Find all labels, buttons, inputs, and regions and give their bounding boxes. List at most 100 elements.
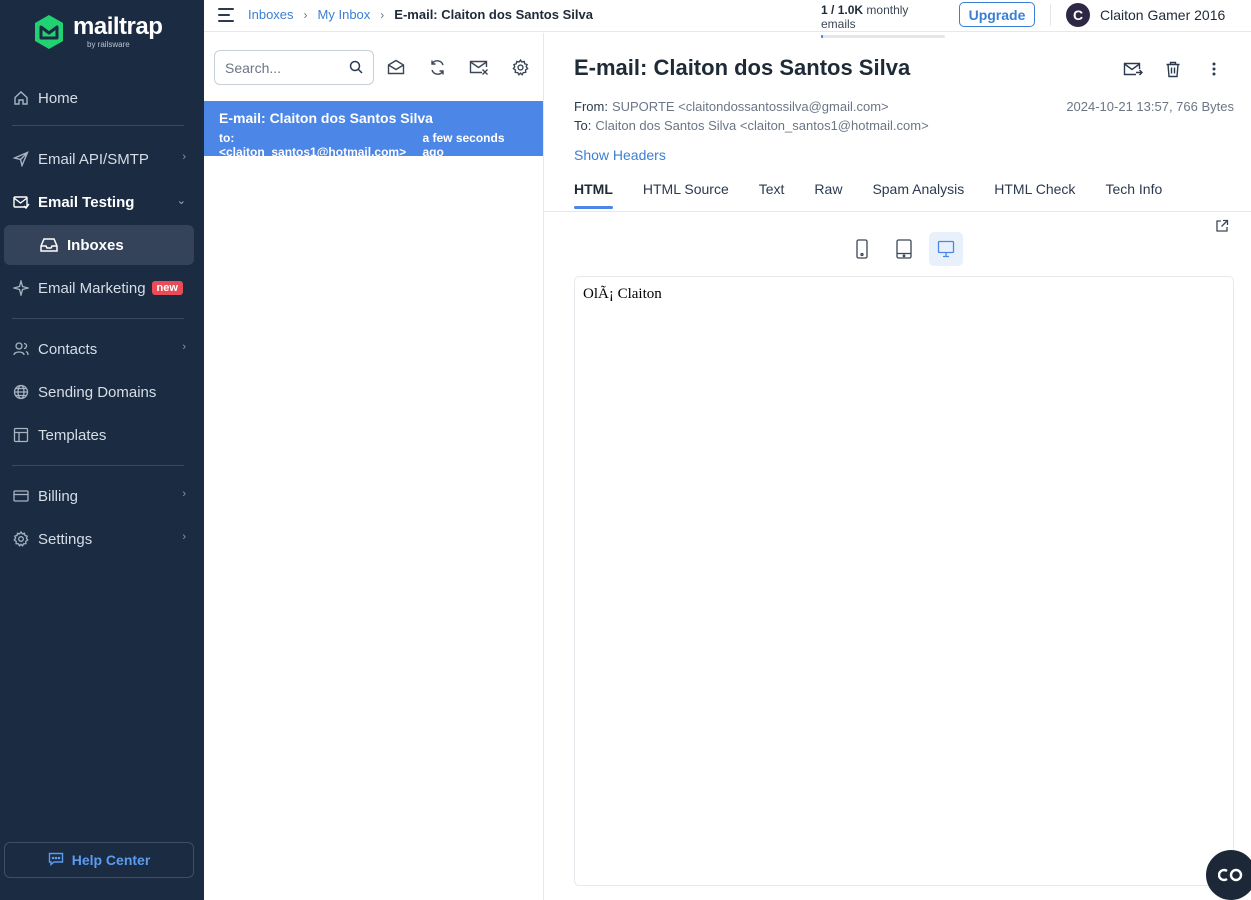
message-title: E-mail: Claiton dos Santos Silva: [574, 55, 911, 80]
from-value: SUPORTE <claitondossantossilva@gmail.com…: [611, 99, 889, 114]
tabs-divider: [544, 211, 1251, 212]
templates-icon: [12, 426, 30, 444]
sidebar-item-label: Email API/SMTP: [38, 150, 149, 168]
user-name[interactable]: Claiton Gamer 2016: [1100, 7, 1225, 23]
mailtrap-logo[interactable]: mailtrap by railsware: [33, 13, 163, 50]
upgrade-button[interactable]: Upgrade: [959, 2, 1035, 27]
menu-toggle-icon[interactable]: [218, 8, 234, 22]
breadcrumb: Inboxes › My Inbox › E-mail: Claiton dos…: [248, 7, 593, 22]
help-center-label: Help Center: [71, 852, 151, 868]
list-item[interactable]: E-mail: Claiton dos Santos Silva to: <cl…: [204, 101, 543, 159]
to-line: To: Claiton dos Santos Silva <claiton_san…: [574, 118, 929, 133]
new-badge: new: [151, 281, 183, 295]
sidebar-item-label: Home: [38, 89, 79, 107]
gear-icon[interactable]: [510, 57, 530, 77]
chat-widget-button[interactable]: [1206, 850, 1251, 900]
message-recipient: to: <claiton_santos1@hotmail.com>: [219, 131, 407, 159]
tab-html[interactable]: HTML: [574, 181, 613, 209]
sidebar-item-home[interactable]: Home: [0, 80, 204, 116]
message-tabs: HTML HTML Source Text Raw Spam Analysis …: [574, 181, 1162, 209]
tablet-view-icon[interactable]: [887, 232, 921, 266]
contacts-icon: [12, 340, 30, 358]
tab-html-source[interactable]: HTML Source: [643, 181, 729, 209]
mobile-view-icon[interactable]: [845, 232, 879, 266]
tab-tech-info[interactable]: Tech Info: [1105, 181, 1162, 209]
billing-icon: [12, 487, 30, 505]
sidebar-divider: [12, 318, 184, 319]
divider: [1050, 4, 1051, 26]
quota-used: 1: [821, 3, 828, 17]
clear-inbox-icon[interactable]: [469, 57, 489, 77]
sidebar-item-sending-domains[interactable]: Sending Domains: [0, 374, 204, 410]
chevron-right-icon: ›: [303, 7, 308, 22]
sidebar-item-label: Templates: [38, 426, 107, 444]
breadcrumb-current: E-mail: Claiton dos Santos Silva: [394, 7, 593, 22]
message-meta: 2024-10-21 13:57, 766 Bytes: [1066, 99, 1234, 114]
sidebar: mailtrap by railsware Home Email API/SMT…: [0, 0, 204, 900]
message-time: a few seconds ago: [422, 131, 505, 159]
more-options-icon[interactable]: [1203, 58, 1225, 80]
show-headers-link[interactable]: Show Headers: [574, 147, 666, 163]
sidebar-item-billing[interactable]: Billing ›: [0, 478, 204, 514]
home-icon: [12, 89, 30, 107]
brand-sub: by railsware: [87, 40, 130, 49]
tab-raw[interactable]: Raw: [814, 181, 842, 209]
external-link-icon[interactable]: [1215, 219, 1229, 238]
email-preview: OlÃ¡ Claiton: [574, 276, 1234, 886]
to-value: Claiton dos Santos Silva <claiton_santos…: [595, 118, 929, 133]
mailtrap-logo-icon: [35, 15, 63, 49]
sidebar-item-label: Inboxes: [67, 236, 124, 254]
globe-icon: [12, 383, 30, 401]
breadcrumb-my-inbox[interactable]: My Inbox: [318, 7, 371, 22]
breadcrumb-inboxes[interactable]: Inboxes: [248, 7, 294, 22]
chat-logo-icon: [1218, 868, 1243, 882]
tab-text[interactable]: Text: [759, 181, 785, 209]
message-subject: E-mail: Claiton dos Santos Silva: [219, 110, 433, 126]
sidebar-item-inboxes[interactable]: Inboxes: [4, 225, 194, 265]
sidebar-item-label: Email Testing: [38, 193, 135, 211]
sidebar-item-label: Billing: [38, 487, 79, 505]
sidebar-item-contacts[interactable]: Contacts ›: [0, 331, 204, 367]
tab-html-check[interactable]: HTML Check: [994, 181, 1075, 209]
chevron-right-icon: ›: [182, 488, 186, 500]
search-field[interactable]: [214, 50, 374, 85]
chevron-right-icon: ›: [182, 151, 186, 163]
desktop-view-icon[interactable]: [929, 232, 963, 266]
top-bar: Inboxes › My Inbox › E-mail: Claiton dos…: [204, 0, 1251, 38]
inbox-icon: [39, 236, 59, 254]
sidebar-item-email-testing[interactable]: Email Testing ⌄: [0, 184, 204, 220]
search-input[interactable]: [225, 59, 343, 76]
refresh-icon[interactable]: [427, 57, 447, 77]
chevron-right-icon: ›: [380, 7, 385, 22]
message-view-panel: E-mail: Claiton dos Santos Silva From: SU…: [544, 33, 1251, 900]
avatar[interactable]: C: [1066, 3, 1090, 27]
sidebar-item-email-marketing[interactable]: Email Marketing new: [0, 270, 204, 306]
chevron-right-icon: ›: [182, 341, 186, 353]
email-body-text: OlÃ¡ Claiton: [583, 286, 662, 302]
sidebar-item-label: Settings: [38, 530, 93, 548]
sidebar-divider: [12, 465, 184, 466]
sidebar-item-label: Sending Domains: [38, 383, 157, 401]
sidebar-divider: [12, 125, 184, 126]
chevron-down-icon: ⌄: [176, 195, 186, 207]
mark-read-icon[interactable]: [386, 57, 406, 77]
sparkle-icon: [12, 279, 30, 297]
trash-icon[interactable]: [1162, 58, 1184, 80]
email-testing-icon: [12, 193, 30, 211]
gear-icon: [12, 530, 30, 548]
forward-icon[interactable]: [1122, 58, 1144, 80]
from-label: From:: [574, 99, 608, 114]
sidebar-item-templates[interactable]: Templates: [0, 417, 204, 453]
chat-bubble-icon: [48, 852, 64, 869]
brand-name: mailtrap: [73, 13, 163, 40]
sidebar-item-label: Email Marketing: [38, 279, 146, 297]
send-icon: [12, 150, 30, 168]
from-line: From: SUPORTE <claitondossantossilva@gmai…: [574, 99, 889, 114]
sidebar-item-email-api[interactable]: Email API/SMTP ›: [0, 141, 204, 177]
chevron-right-icon: ›: [182, 531, 186, 543]
tab-spam-analysis[interactable]: Spam Analysis: [872, 181, 964, 209]
sidebar-item-settings[interactable]: Settings ›: [0, 521, 204, 557]
help-center-button[interactable]: Help Center: [4, 842, 194, 878]
to-label: To:: [574, 118, 592, 133]
search-icon[interactable]: [349, 60, 363, 79]
